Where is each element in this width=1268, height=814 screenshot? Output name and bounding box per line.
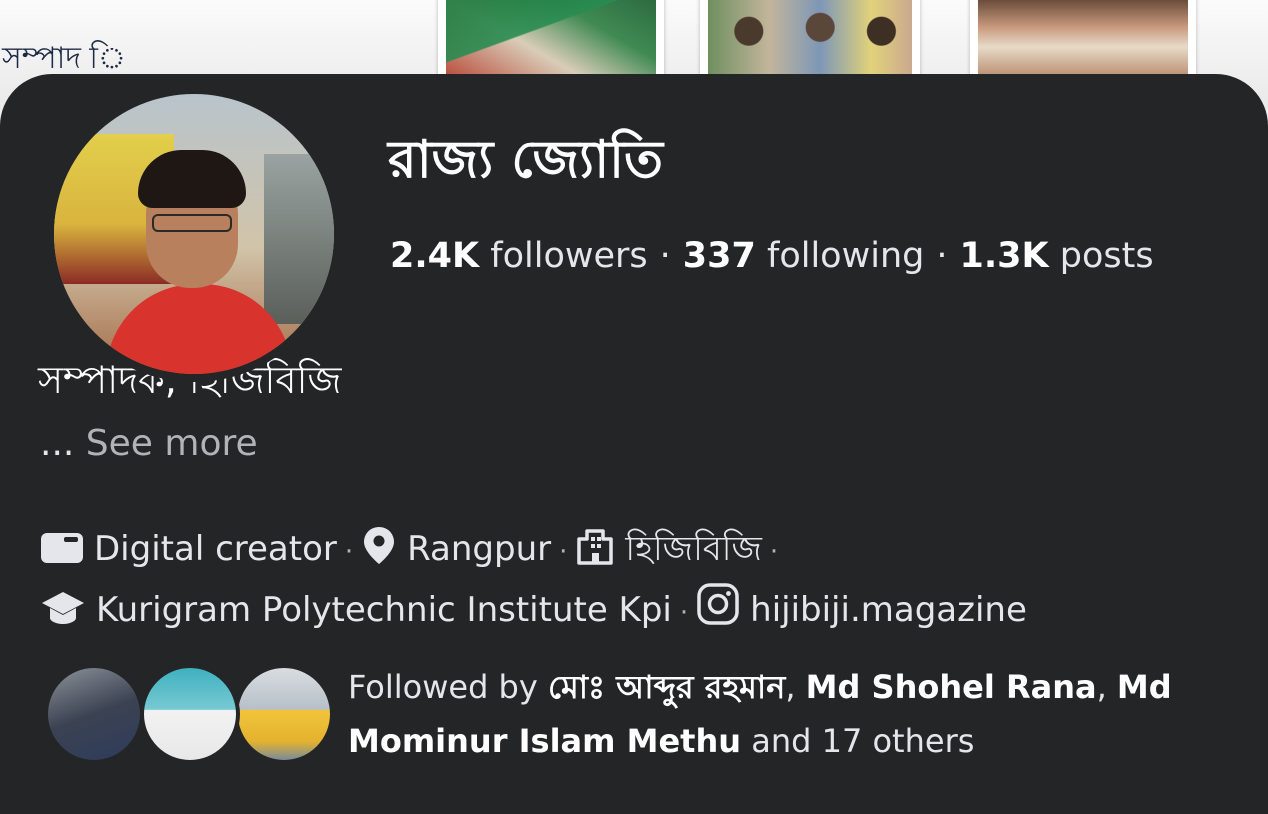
detail-separator: · <box>559 537 568 567</box>
detail-education-text: Kurigram Polytechnic Institute Kpi <box>96 590 672 630</box>
profile-stats: 2.4K followers · 337 following · 1.3K posts <box>390 234 1154 278</box>
detail-workplace-text: হিজিবিজি <box>625 529 762 569</box>
mutual-follower-name[interactable]: মোঃ আব্দুর রহমান <box>548 668 785 706</box>
posts-link[interactable]: 1.3K posts <box>960 236 1154 276</box>
name-separator: , <box>1096 668 1117 706</box>
detail-category-text: Digital creator <box>94 529 337 569</box>
mutual-follower-avatar[interactable] <box>44 664 144 764</box>
mutual-follower-name[interactable]: Md Shohel Rana <box>806 668 1097 706</box>
detail-location[interactable]: Rangpur <box>361 527 552 569</box>
graduation-cap-icon <box>42 592 84 624</box>
detail-separator: · <box>679 598 689 628</box>
followed-by-prefix: Followed by <box>348 668 538 706</box>
stats-separator: · <box>936 236 948 276</box>
followers-count: 2.4K <box>390 236 480 276</box>
instagram-icon <box>697 583 739 625</box>
detail-category: Digital creator <box>40 529 337 569</box>
see-more-ellipsis: ... <box>40 423 75 464</box>
cover-photo-frame <box>970 0 1196 78</box>
cover-photo-frame <box>700 0 920 78</box>
see-more-link[interactable]: ... See more <box>40 420 258 468</box>
name-separator: , <box>785 668 806 706</box>
detail-education[interactable]: Kurigram Polytechnic Institute Kpi <box>40 590 672 630</box>
posts-label: posts <box>1059 236 1154 276</box>
followed-by-suffix: and 17 others <box>751 722 975 760</box>
mutual-follower-avatar[interactable] <box>234 664 334 764</box>
detail-separator: · <box>344 537 354 567</box>
following-link[interactable]: 337 following <box>683 236 925 276</box>
cover-photo-frame <box>438 0 664 78</box>
detail-workplace[interactable]: হিজিবিজি <box>575 529 762 569</box>
followed-by-text: Followed by মোঃ আব্দুর রহমান, Md Shohel … <box>348 660 1248 768</box>
profile-card: রাজ্য জ্যোতি 2.4K followers · 337 followin… <box>0 74 1268 814</box>
mutual-follower-avatar[interactable] <box>140 664 240 764</box>
detail-separator: · <box>769 537 779 567</box>
building-icon <box>577 529 614 565</box>
stats-separator: · <box>659 236 671 276</box>
followers-label: followers <box>490 236 648 276</box>
mutual-followers[interactable]: Followed by মোঃ আব্দুর রহমান, Md Shohel … <box>44 664 1244 774</box>
briefcase-icon <box>41 533 83 563</box>
posts-count: 1.3K <box>959 236 1049 276</box>
detail-location-text: Rangpur <box>407 529 552 569</box>
following-label: following <box>767 236 925 276</box>
profile-avatar[interactable] <box>46 86 342 382</box>
detail-instagram-text: hijibiji.magazine <box>750 590 1027 630</box>
see-more-label: See more <box>85 423 258 464</box>
followers-link[interactable]: 2.4K followers <box>390 236 648 276</box>
following-count: 337 <box>682 236 756 276</box>
location-pin-icon <box>364 527 395 564</box>
profile-name: রাজ্য জ্যোতি <box>388 130 664 190</box>
profile-details: Digital creator · Rangpur · হিজিবিজি ·Kurigra… <box>40 520 1240 642</box>
detail-instagram[interactable]: hijibiji.magazine <box>696 583 1027 630</box>
